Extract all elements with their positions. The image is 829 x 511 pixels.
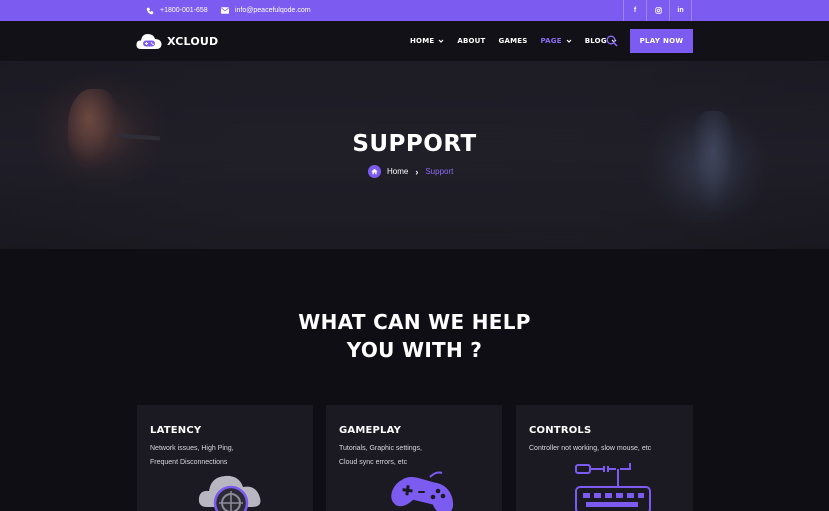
play-now-button[interactable]: PLAY NOW: [630, 29, 693, 53]
cloud-gamepad-logo-icon: [136, 31, 162, 51]
phone-contact[interactable]: +1800-001-658: [146, 0, 208, 21]
card-description: Tutorials, Graphic settings, Cloud sync …: [339, 442, 489, 470]
home-icon[interactable]: [368, 165, 381, 178]
nav-label: BLOG: [584, 37, 607, 45]
phone-icon: [146, 7, 154, 15]
card-desc-line: Tutorials, Graphic settings,: [339, 445, 422, 452]
card-title: CONTROLS: [529, 425, 592, 436]
mail-icon: [221, 7, 229, 15]
instagram-icon[interactable]: [646, 0, 669, 21]
page-hero-banner: SUPPORT Home › Support: [0, 61, 829, 249]
card-desc-line: Controller not working, slow mouse, etc: [529, 445, 652, 452]
nav-label: ABOUT: [457, 37, 486, 45]
nav-label: PAGE: [540, 37, 562, 45]
card-desc-line: Network issues, High Ping,: [150, 445, 234, 452]
site-logo[interactable]: XCLOUD: [136, 31, 218, 51]
email-address: info@peacefulqode.com: [235, 7, 311, 14]
card-description: Controller not working, slow mouse, etc: [529, 442, 689, 456]
help-cards: LATENCY Network issues, High Ping, Frequ…: [137, 405, 693, 511]
social-links: f in: [623, 0, 692, 21]
facebook-icon[interactable]: f: [623, 0, 646, 21]
help-section-title: WHAT CAN WE HELP YOU WITH ?: [0, 308, 829, 364]
chevron-down-icon: [566, 38, 572, 44]
help-title-line1: WHAT CAN WE HELP: [298, 310, 531, 334]
breadcrumb: Home › Support: [368, 165, 453, 178]
main-nav: HOME ABOUT GAMES PAGE BLOG: [410, 21, 630, 61]
nav-item-home[interactable]: HOME: [410, 37, 444, 45]
card-title: LATENCY: [150, 425, 202, 436]
nav-item-games[interactable]: GAMES: [499, 37, 528, 45]
nav-label: HOME: [410, 37, 435, 45]
breadcrumb-separator: ›: [415, 166, 419, 177]
chevron-down-icon: [438, 38, 444, 44]
main-header: XCLOUD HOME ABOUT GAMES PAGE BLOG PLAY N…: [0, 21, 829, 61]
breadcrumb-current: Support: [425, 167, 454, 176]
gamepad-icon: [388, 469, 458, 511]
card-desc-line: Cloud sync errors, etc: [339, 459, 408, 466]
top-bar: +1800-001-658 info@peacefulqode.com f in: [0, 0, 829, 21]
logo-text: XCLOUD: [167, 34, 219, 48]
help-card-latency[interactable]: LATENCY Network issues, High Ping, Frequ…: [137, 405, 313, 511]
cloud-server-icon: [197, 461, 269, 511]
card-title: GAMEPLAY: [339, 425, 402, 436]
breadcrumb-home-link[interactable]: Home: [387, 167, 408, 176]
phone-number: +1800-001-658: [160, 7, 208, 14]
search-icon[interactable]: [606, 34, 618, 47]
help-card-controls[interactable]: CONTROLS Controller not working, slow mo…: [516, 405, 693, 511]
email-contact[interactable]: info@peacefulqode.com: [221, 0, 311, 21]
keyboard-plug-icon: [574, 459, 654, 511]
page-title: SUPPORT: [352, 131, 477, 157]
nav-item-page[interactable]: PAGE: [540, 37, 572, 45]
help-title-line2: YOU WITH ?: [346, 338, 483, 362]
help-card-gameplay[interactable]: GAMEPLAY Tutorials, Graphic settings, Cl…: [326, 405, 502, 511]
linkedin-icon[interactable]: in: [669, 0, 692, 21]
nav-label: GAMES: [498, 37, 528, 45]
nav-item-about[interactable]: ABOUT: [457, 37, 485, 45]
